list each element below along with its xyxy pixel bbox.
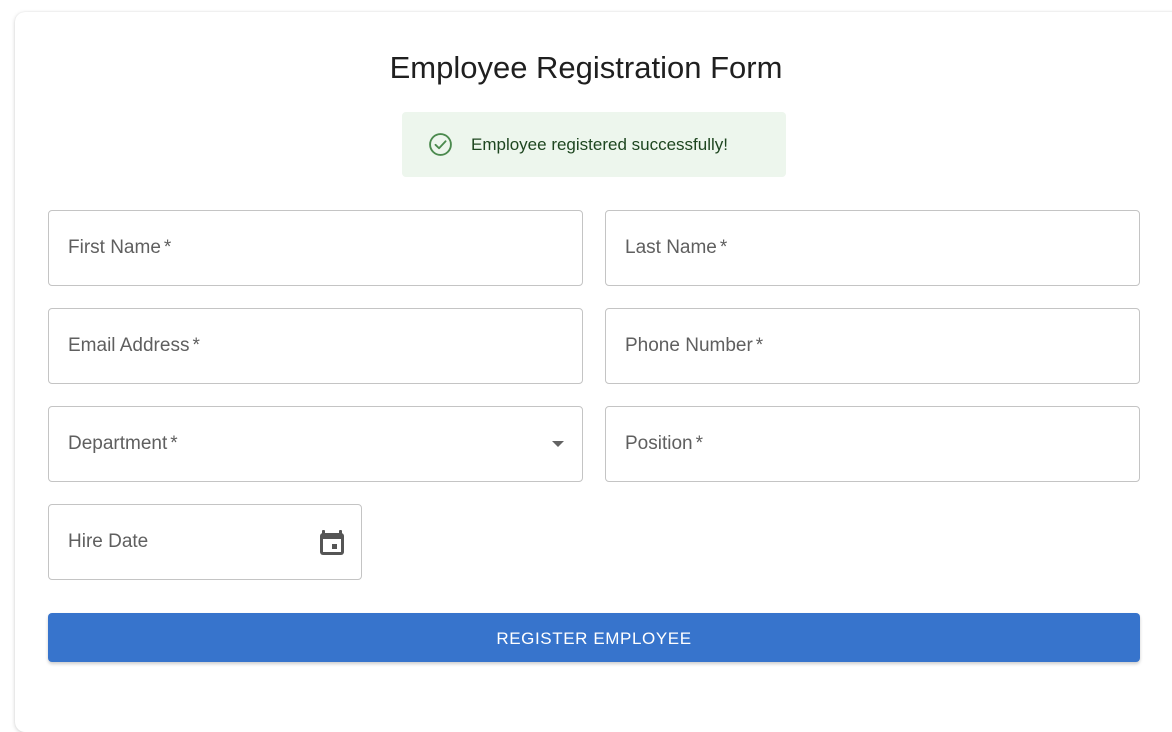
hire-date-field[interactable]: Hire Date bbox=[48, 504, 362, 580]
check-circle-icon bbox=[428, 132, 453, 157]
required-mark: * bbox=[695, 433, 704, 454]
page-title: Employee Registration Form bbox=[389, 50, 783, 85]
required-mark: * bbox=[755, 335, 764, 356]
last-name-label: Last Name * bbox=[625, 237, 728, 258]
success-alert: Employee registered successfully! bbox=[402, 112, 786, 177]
last-name-field[interactable]: Last Name * bbox=[605, 210, 1140, 286]
position-label: Position * bbox=[625, 433, 704, 454]
email-label: Email Address * bbox=[68, 335, 200, 356]
first-name-label: First Name * bbox=[68, 237, 172, 258]
required-mark: * bbox=[719, 237, 728, 258]
department-label: Department * bbox=[68, 433, 178, 454]
required-mark: * bbox=[192, 335, 200, 356]
first-name-field[interactable]: First Name * bbox=[48, 210, 583, 286]
hire-date-label: Hire Date bbox=[68, 531, 149, 552]
calendar-icon[interactable] bbox=[319, 528, 345, 556]
department-select[interactable]: Department * bbox=[48, 406, 583, 482]
required-mark: * bbox=[170, 433, 178, 454]
position-field[interactable]: Position * bbox=[605, 406, 1140, 482]
phone-field[interactable]: Phone Number * bbox=[605, 308, 1140, 384]
phone-label: Phone Number * bbox=[625, 335, 764, 356]
required-mark: * bbox=[163, 237, 172, 258]
chevron-down-icon[interactable] bbox=[552, 441, 564, 447]
register-employee-button[interactable]: REGISTER EMPLOYEE bbox=[48, 613, 1140, 662]
email-field[interactable]: Email Address * bbox=[48, 308, 583, 384]
alert-message: Employee registered successfully! bbox=[471, 134, 729, 154]
